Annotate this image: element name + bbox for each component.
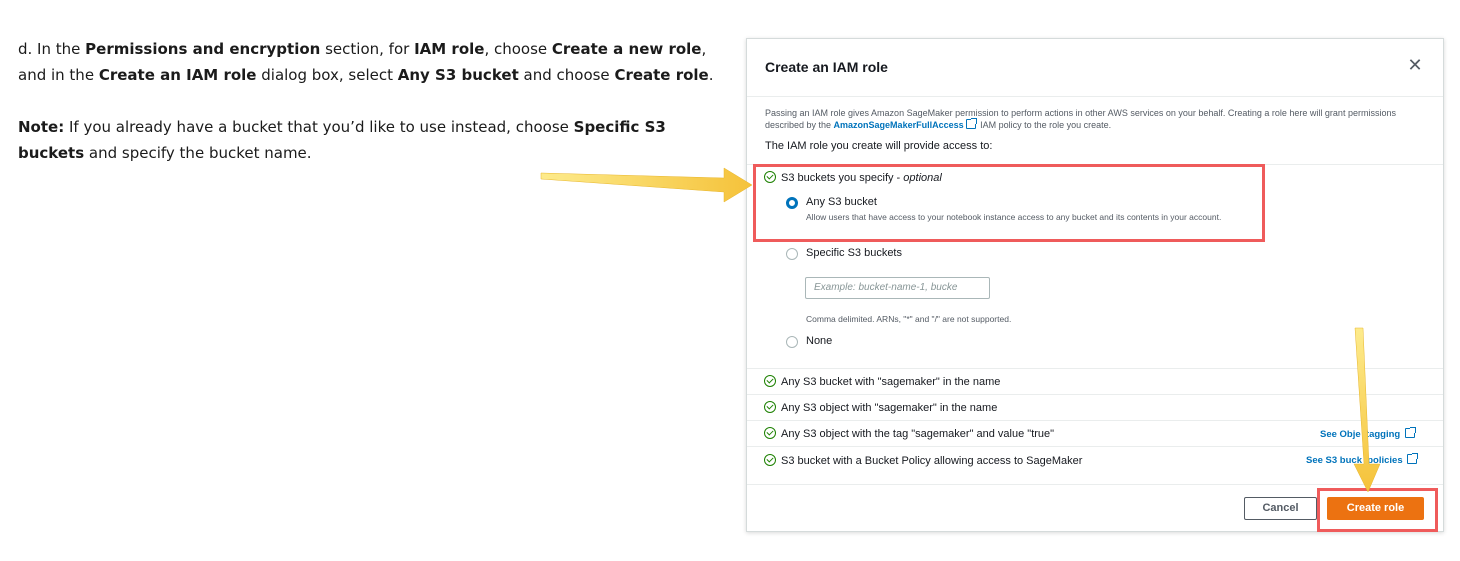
access-item: S3 bucket with a Bucket Policy allowing … [764, 454, 1082, 467]
external-link-icon [1407, 453, 1419, 464]
radio-specific-s3-buckets-label[interactable]: Specific S3 buckets [806, 247, 902, 259]
arrow-right-icon [540, 167, 753, 203]
instructions: d. In the Permissions and encryption sec… [18, 36, 738, 166]
external-link-icon [965, 118, 977, 129]
radio-any-s3-bucket[interactable] [786, 197, 798, 209]
bucket-input-hint: Comma delimited. ARNs, "*" and "/" are n… [806, 314, 1012, 324]
dialog-description: Passing an IAM role gives Amazon SageMak… [765, 108, 1396, 130]
dialog-title: Create an IAM role [765, 59, 888, 75]
note-paragraph: Note: If you already have a bucket that … [18, 118, 666, 162]
create-new-role-text: Create a new role [551, 40, 702, 58]
radio-specific-s3-buckets[interactable] [786, 248, 798, 260]
access-item: Any S3 object with "sagemaker" in the na… [764, 401, 997, 414]
radio-none-label[interactable]: None [806, 335, 832, 347]
see-bucket-policies-link[interactable]: See S3 buck policies [1306, 453, 1419, 466]
permissions-section-text: Permissions and encryption [85, 40, 321, 58]
check-circle-icon [764, 171, 776, 183]
divider [747, 446, 1443, 447]
create-iam-role-text: Create an IAM role [98, 66, 257, 84]
check-circle-icon [764, 401, 776, 413]
check-circle-icon [764, 375, 776, 387]
check-circle-icon [764, 427, 776, 439]
any-s3-bucket-text: Any S3 bucket [397, 66, 519, 84]
note-label: Note: [18, 118, 65, 136]
dialog-header: Create an IAM role ✕ [747, 39, 1443, 97]
see-object-tagging-link[interactable]: See Obje tagging [1320, 427, 1417, 440]
close-icon[interactable]: ✕ [1405, 55, 1425, 75]
bucket-name-input[interactable]: Example: bucket-name-1, bucke [805, 277, 990, 299]
divider [747, 484, 1443, 485]
iam-role-text: IAM role [414, 40, 485, 58]
radio-any-s3-bucket-help: Allow users that have access to your not… [806, 212, 1222, 222]
access-item: Any S3 object with the tag "sagemaker" a… [764, 427, 1054, 440]
access-item: Any S3 bucket with "sagemaker" in the na… [764, 375, 1000, 388]
radio-any-s3-bucket-label[interactable]: Any S3 bucket [806, 196, 877, 208]
step-d-paragraph: d. In the Permissions and encryption sec… [18, 40, 714, 84]
create-role-button[interactable]: Create role [1327, 497, 1424, 520]
divider [747, 164, 1443, 165]
policy-link[interactable]: AmazonSageMakerFullAccess [834, 120, 964, 130]
radio-none[interactable] [786, 336, 798, 348]
cancel-button[interactable]: Cancel [1244, 497, 1317, 520]
check-circle-icon [764, 454, 776, 466]
divider [747, 368, 1443, 369]
create-role-text: Create role [614, 66, 709, 84]
s3-buckets-specify-row: S3 buckets you specify - optional [764, 171, 942, 184]
divider [747, 394, 1443, 395]
external-link-icon [1404, 427, 1416, 438]
divider [747, 420, 1443, 421]
access-heading: The IAM role you create will provide acc… [765, 140, 993, 152]
